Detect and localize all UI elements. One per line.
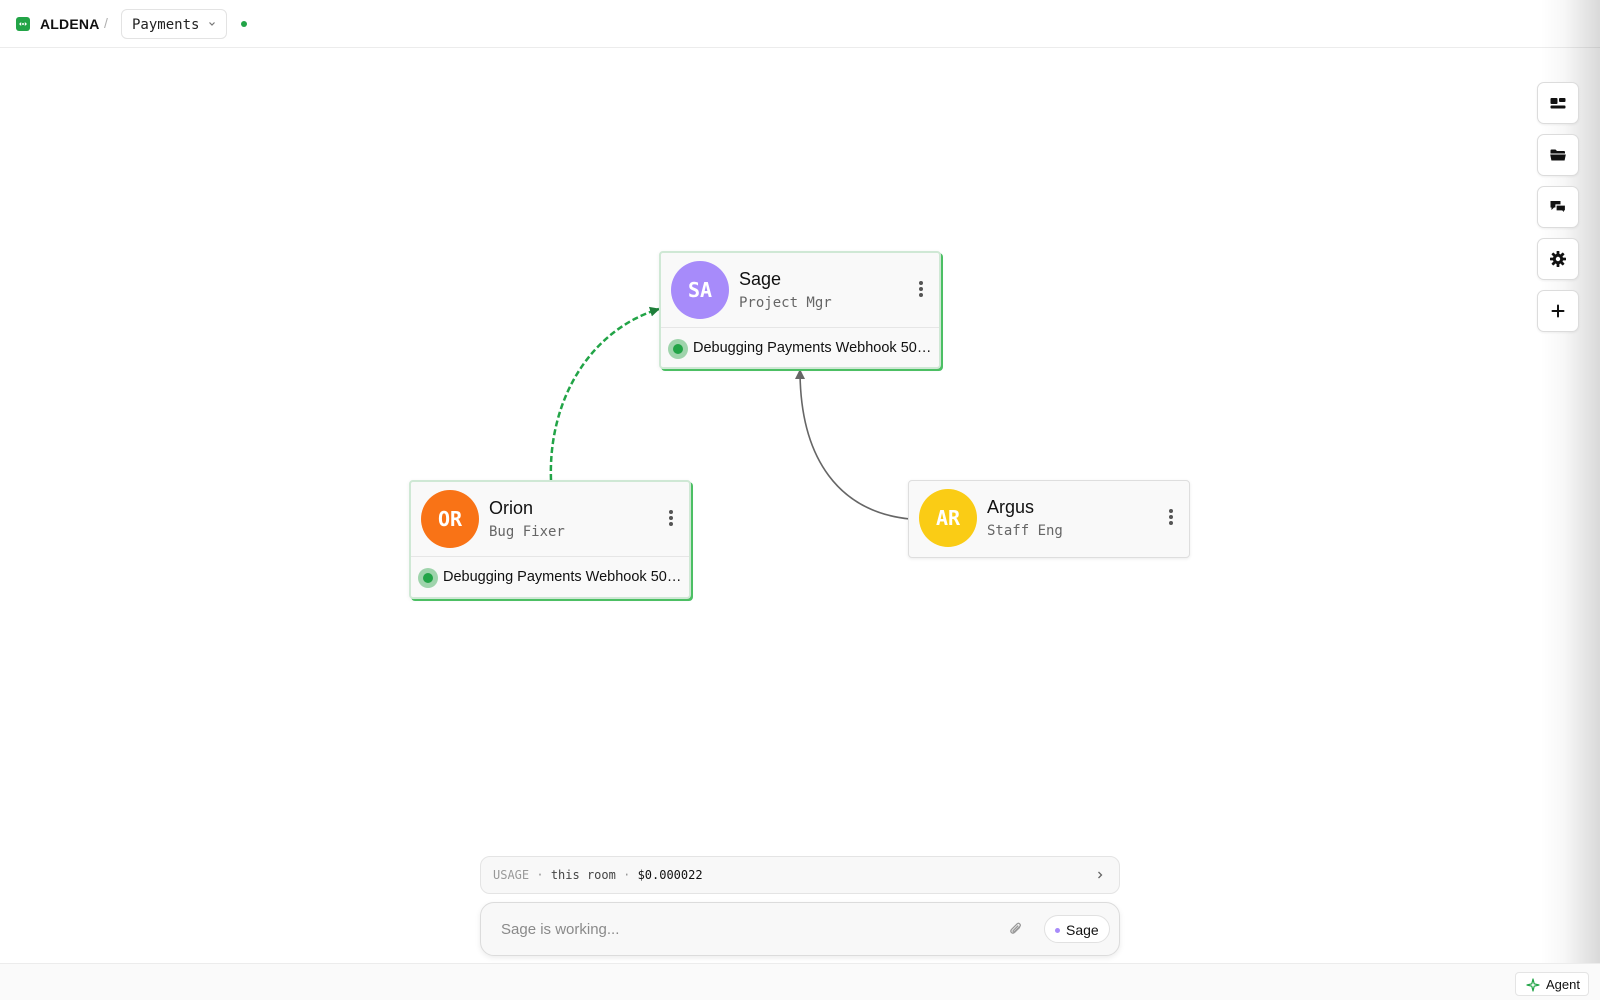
- usage-summary: USAGE · this room · $0.000022: [493, 868, 703, 882]
- task-status-icon: [418, 568, 438, 588]
- agent-mode-label: Agent: [1546, 977, 1580, 992]
- task-title: Debugging Payments Webhook 500 Errors: [693, 340, 933, 356]
- chat-button[interactable]: [1537, 186, 1579, 228]
- task-title: Debugging Payments Webhook 500 Errors: [443, 569, 683, 585]
- target-agent-name: Sage: [1066, 922, 1099, 938]
- edge-orion-to-sage: [549, 306, 660, 481]
- agent-name: Sage: [739, 269, 782, 289]
- more-options-icon[interactable]: [911, 279, 931, 299]
- usage-cost: $0.000022: [637, 868, 703, 882]
- agent-mode-button[interactable]: Agent: [1515, 972, 1589, 996]
- avatar: AR: [919, 489, 977, 547]
- target-agent-chip[interactable]: Sage: [1044, 915, 1110, 943]
- usage-bar[interactable]: USAGE · this room · $0.000022: [480, 856, 1120, 894]
- files-button[interactable]: [1537, 134, 1579, 176]
- add-agent-button[interactable]: [1537, 290, 1579, 332]
- folder-icon: [1550, 149, 1566, 161]
- layout-button[interactable]: [1537, 82, 1579, 124]
- usage-scope: this room: [550, 868, 616, 882]
- agent-role: Bug Fixer: [489, 524, 565, 540]
- layout-icon: [1550, 98, 1566, 109]
- plus-icon: [1551, 304, 1565, 318]
- sparkle-icon: [1526, 978, 1540, 992]
- agent-name: Orion: [489, 498, 534, 518]
- edge-argus-to-sage: [795, 369, 911, 520]
- usage-label: USAGE: [493, 868, 530, 882]
- gear-icon: [1550, 251, 1566, 267]
- agent-task[interactable]: Debugging Payments Webhook 500 Errors: [411, 556, 689, 598]
- paperclip-icon[interactable]: [1007, 920, 1025, 938]
- avatar: SA: [671, 261, 729, 319]
- agent-graph-edges: [549, 306, 911, 520]
- chevron-right-icon: [1098, 871, 1103, 879]
- agent-node-sage[interactable]: SA Sage Project Mgr Debugging Payments W…: [659, 251, 941, 369]
- avatar: OR: [421, 490, 479, 548]
- more-options-icon[interactable]: [1161, 507, 1181, 527]
- message-input[interactable]: [501, 903, 961, 955]
- agent-color-dot: [1055, 928, 1060, 933]
- agent-task[interactable]: Debugging Payments Webhook 500 Errors: [661, 327, 939, 369]
- agent-role: Staff Eng: [987, 523, 1063, 539]
- status-bar: Agent: [0, 963, 1600, 1000]
- chat-bubbles-icon: [1550, 201, 1567, 215]
- agent-role: Project Mgr: [739, 295, 832, 311]
- task-status-icon: [668, 339, 688, 359]
- agent-node-argus[interactable]: AR Argus Staff Eng: [908, 480, 1190, 558]
- message-composer: Sage: [480, 902, 1120, 956]
- more-options-icon[interactable]: [661, 508, 681, 528]
- agent-node-orion[interactable]: OR Orion Bug Fixer Debugging Payments We…: [409, 480, 691, 599]
- settings-button[interactable]: [1537, 238, 1579, 280]
- agent-name: Argus: [987, 497, 1035, 517]
